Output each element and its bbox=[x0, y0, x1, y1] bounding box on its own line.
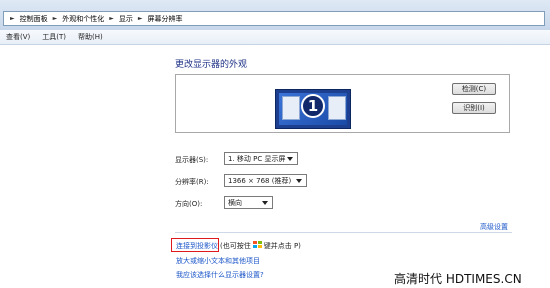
display-preview: 1 检测(C) 识别(I) bbox=[175, 74, 510, 133]
divider bbox=[175, 232, 512, 233]
chevron-down-icon bbox=[262, 201, 268, 205]
breadcrumb-display[interactable]: 显示 bbox=[119, 14, 133, 24]
orientation-select[interactable]: 横向 bbox=[224, 196, 273, 209]
breadcrumb-separator-icon[interactable]: ► bbox=[109, 15, 114, 22]
display-select-value: 1. 移动 PC 显示屏 bbox=[228, 154, 286, 163]
menu-help[interactable]: 帮助(H) bbox=[78, 32, 103, 42]
display-select[interactable]: 1. 移动 PC 显示屏 bbox=[224, 152, 298, 165]
breadcrumb-separator-icon[interactable]: ► bbox=[53, 15, 58, 22]
detect-button[interactable]: 检测(C) bbox=[452, 83, 496, 95]
menu-view[interactable]: 查看(V) bbox=[6, 32, 30, 42]
breadcrumb-appearance[interactable]: 外观和个性化 bbox=[62, 14, 104, 24]
chevron-down-icon bbox=[296, 179, 302, 183]
breadcrumb-separator-icon[interactable]: ► bbox=[138, 15, 143, 22]
text-size-link[interactable]: 放大或缩小文本和其他项目 bbox=[176, 256, 260, 266]
window-thumbnail bbox=[282, 96, 300, 120]
menu-bar: 查看(V) 工具(T) 帮助(H) bbox=[0, 30, 550, 45]
orientation-label: 方向(O): bbox=[175, 200, 203, 208]
resolution-select[interactable]: 1366 × 768 (推荐) bbox=[224, 174, 307, 187]
page-title: 更改显示器的外观 bbox=[175, 60, 248, 70]
orientation-select-value: 横向 bbox=[228, 198, 242, 207]
watermark: 高清时代 HDTIMES.CN bbox=[394, 272, 522, 286]
menu-tools[interactable]: 工具(T) bbox=[42, 32, 66, 42]
display-label: 显示器(S): bbox=[175, 156, 209, 164]
monitor-icon[interactable]: 1 bbox=[275, 89, 351, 129]
projector-hint: (也可按住 键并点击 P) bbox=[220, 241, 301, 251]
projector-hint-before: (也可按住 bbox=[220, 242, 251, 250]
breadcrumb-control-panel[interactable]: 控制面板 bbox=[20, 14, 48, 24]
monitor-number: 1 bbox=[301, 94, 325, 118]
connect-projector-link[interactable]: 连接到投影仪 bbox=[176, 241, 218, 251]
chevron-down-icon bbox=[287, 157, 293, 161]
address-bar: ► 控制面板 ► 外观和个性化 ► 显示 ► 屏幕分辨率 bbox=[0, 0, 550, 31]
breadcrumb[interactable]: ► 控制面板 ► 外观和个性化 ► 显示 ► 屏幕分辨率 bbox=[3, 11, 545, 26]
breadcrumb-screen-resolution[interactable]: 屏幕分辨率 bbox=[148, 14, 183, 24]
resolution-label: 分辨率(R): bbox=[175, 178, 209, 186]
advanced-settings-link[interactable]: 高级设置 bbox=[480, 222, 508, 232]
windows-logo-icon bbox=[252, 241, 262, 249]
identify-button[interactable]: 识别(I) bbox=[452, 102, 496, 114]
which-settings-link[interactable]: 我应该选择什么显示器设置? bbox=[176, 270, 264, 280]
window-thumbnail bbox=[328, 96, 346, 120]
breadcrumb-root-arrow-icon[interactable]: ► bbox=[10, 15, 15, 22]
projector-hint-after: 键并点击 P) bbox=[263, 242, 301, 250]
resolution-select-value: 1366 × 768 (推荐) bbox=[228, 176, 292, 185]
